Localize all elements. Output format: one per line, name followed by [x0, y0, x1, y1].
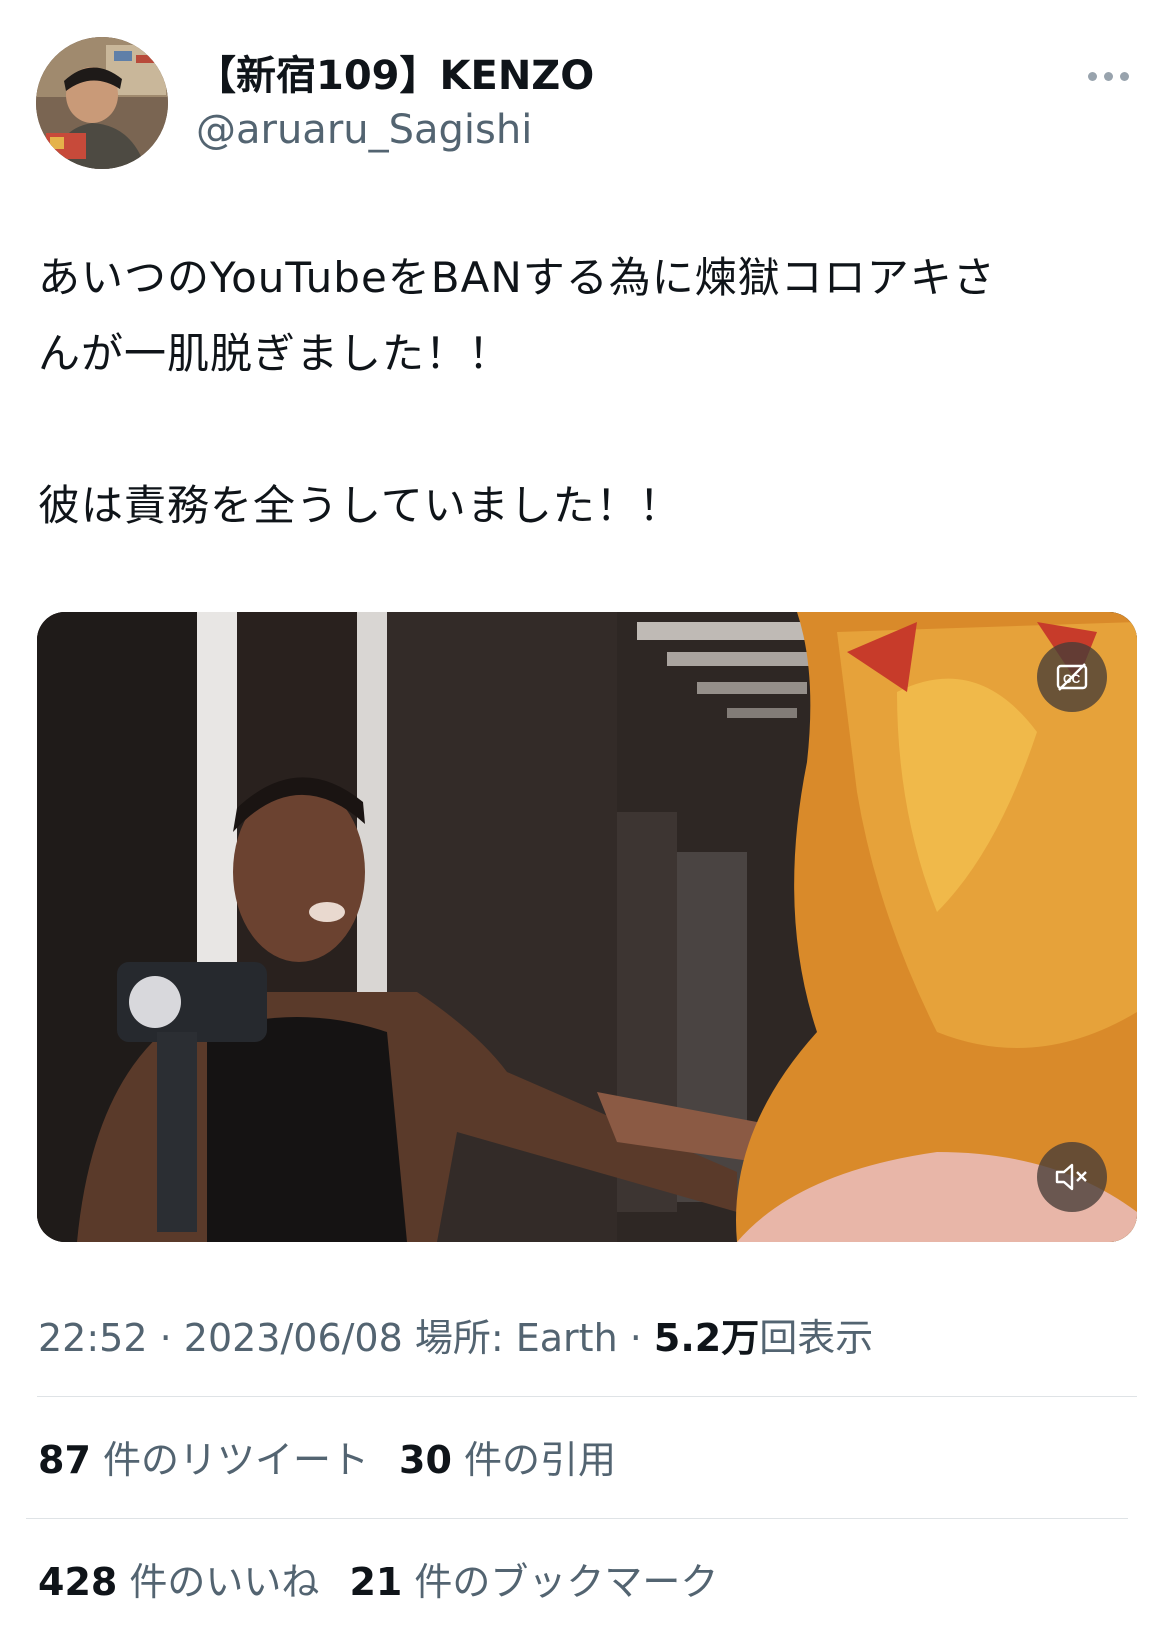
tweet-date[interactable]: 2023/06/08	[184, 1316, 403, 1360]
tweet-time[interactable]: 22:52	[38, 1316, 148, 1360]
tweet-meta: 22:52 · 2023/06/08 場所: Earth · 5.2万回表示	[38, 1312, 873, 1364]
mute-toggle-button[interactable]	[1037, 1142, 1107, 1212]
likes-count: 428	[38, 1560, 118, 1604]
captions-off-icon: CC	[1056, 663, 1088, 691]
meta-separator: ·	[617, 1316, 654, 1360]
tweet-text-line: 彼は責務を全うしていました！！	[38, 481, 682, 530]
author-username[interactable]: @aruaru_Sagishi	[196, 104, 532, 156]
quotes-label: 件の引用	[463, 1438, 616, 1482]
muted-speaker-icon	[1055, 1163, 1087, 1191]
more-dots-icon	[1087, 71, 1097, 81]
more-dot	[1119, 71, 1129, 81]
quotes-count: 30	[399, 1438, 452, 1482]
likes-label: 件のいいね	[129, 1560, 320, 1604]
author-display-name[interactable]: 【新宿109】KENZO	[196, 50, 594, 102]
stats-row-engagement: 428 件のいいね 21 件のブックマーク	[38, 1556, 718, 1608]
retweets-label: 件のリツイート	[102, 1438, 369, 1482]
tweet-text-line: あいつのYouTubeをBANする為に煉獄コロアキさ	[38, 253, 996, 302]
tweet-detail: 【新宿109】KENZO @aruaru_Sagishi あいつのYouTube…	[0, 0, 1170, 1646]
likes-stat[interactable]: 428 件のいいね	[38, 1556, 319, 1608]
retweets-stat[interactable]: 87 件のリツイート	[38, 1434, 369, 1486]
location-label: 場所:	[402, 1316, 516, 1360]
author-avatar[interactable]	[36, 37, 168, 169]
bookmarks-label: 件のブックマーク	[414, 1560, 719, 1604]
user-avatar-photo	[36, 37, 168, 169]
more-options-button[interactable]	[1078, 58, 1138, 94]
divider	[37, 1396, 1137, 1397]
video-frame	[37, 612, 1137, 1242]
quotes-stat[interactable]: 30 件の引用	[399, 1434, 616, 1486]
more-dot	[1103, 71, 1113, 81]
captions-button[interactable]: CC	[1037, 642, 1107, 712]
view-count: 5.2万	[653, 1316, 760, 1360]
meta-separator: ·	[147, 1316, 184, 1360]
view-label: 回表示	[759, 1316, 874, 1360]
divider	[26, 1518, 1128, 1519]
bookmarks-stat[interactable]: 21 件のブックマーク	[349, 1556, 718, 1608]
bookmarks-count: 21	[349, 1560, 403, 1604]
tweet-video[interactable]: CC	[37, 612, 1137, 1242]
tweet-text: あいつのYouTubeをBANする為に煉獄コロアキさ んが一肌脱ぎました！！ 彼…	[38, 240, 1138, 544]
tweet-location[interactable]: Earth	[516, 1316, 618, 1360]
tweet-text-line: んが一肌脱ぎました！！	[38, 329, 512, 378]
retweets-count: 87	[38, 1438, 91, 1482]
stats-row-shares: 87 件のリツイート 30 件の引用	[38, 1434, 616, 1486]
